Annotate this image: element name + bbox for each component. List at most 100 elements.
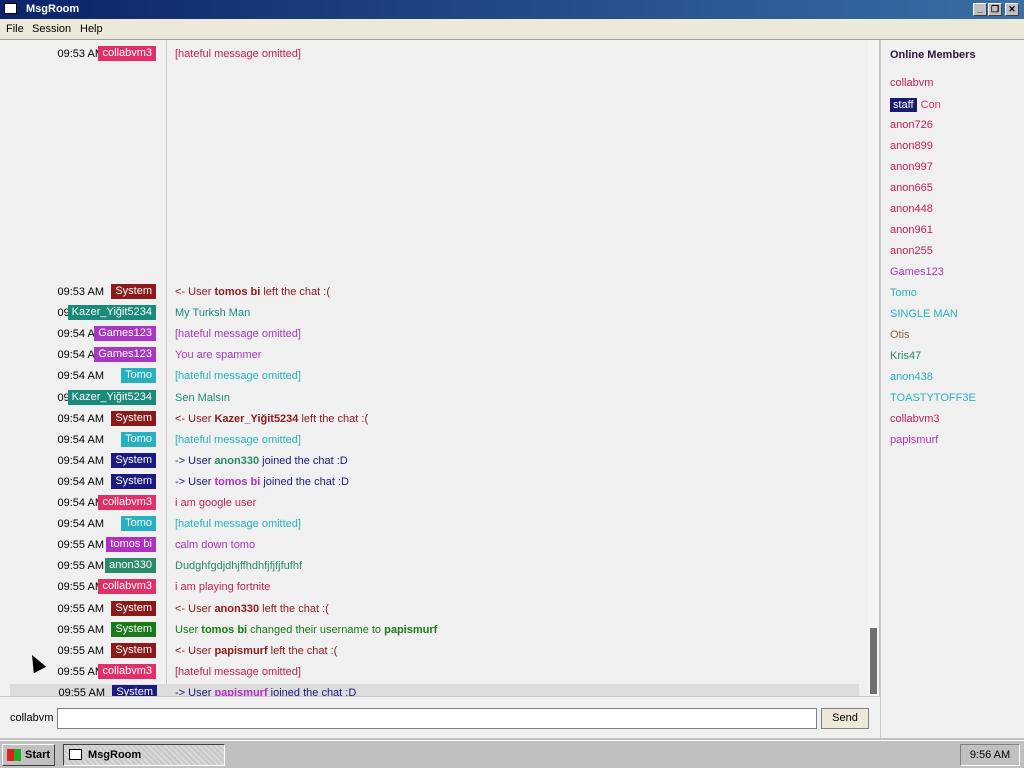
message-row: 09:55 AM System -> User papismurf joined t… — [10, 684, 859, 696]
message-text-prefix: User — [175, 624, 202, 636]
message-user-tag[interactable]: Tomo — [121, 432, 156, 447]
msgroom-icon — [69, 749, 82, 760]
close-button[interactable]: ✕ — [1005, 3, 1019, 16]
message-user-tag[interactable]: System — [111, 284, 156, 299]
maximize-button[interactable]: ❐ — [988, 3, 1002, 16]
message-row: 09:54 AM Tomo [hateful message omitted] — [0, 515, 868, 534]
message-text-suffix: left the chat :( — [260, 286, 330, 298]
message-user-tag[interactable]: Kazer_Yiğit5234 — [67, 390, 156, 405]
staff-badge: staff — [890, 98, 917, 112]
member-item[interactable]: staff Con — [890, 98, 941, 112]
member-item[interactable]: anon997 — [890, 161, 933, 173]
message-username: anon330 — [214, 455, 260, 467]
message-row: 09:55 AM System User tomos bi changed thei… — [0, 621, 868, 640]
message-row: 09:55 AM collabvm3 [hateful message omitte… — [0, 663, 868, 682]
message-text: [hateful message omitted] — [175, 370, 301, 382]
message-text-suffix: joined the chat :D — [259, 455, 348, 467]
message-time: 09:54 AM — [57, 455, 104, 467]
member-item[interactable]: SINGLE MAN — [890, 308, 958, 320]
message-user-tag[interactable]: Games123 — [94, 347, 156, 362]
minimize-button[interactable]: _ — [973, 3, 987, 16]
message-text-prefix: <- User — [175, 645, 215, 657]
member-item[interactable]: anon255 — [890, 245, 933, 257]
member-item[interactable]: anon961 — [890, 224, 933, 236]
member-name: TOASTYTOFF3E — [890, 392, 976, 404]
message-user-tag[interactable]: System — [112, 685, 157, 696]
member-item[interactable]: anon665 — [890, 182, 933, 194]
member-item[interactable]: collabvm — [890, 77, 933, 89]
chat-log[interactable]: 09:53 AM collabvm3 [hateful message omit… — [0, 40, 868, 696]
message-user-tag[interactable]: collabvm3 — [98, 495, 156, 510]
message-user-tag[interactable]: System — [111, 474, 156, 489]
message-row: 09:54 AM System -> User tomos bi joined th… — [0, 473, 868, 492]
member-item[interactable]: collabvm3 — [890, 413, 940, 425]
message-user-tag[interactable]: Kazer_Yiğit5234 — [67, 305, 156, 320]
message-time: 09:54 AM — [57, 413, 104, 425]
member-item[interactable]: anon438 — [890, 371, 933, 383]
taskbar-item-msgroom[interactable]: MsgRoom — [63, 744, 225, 766]
message-user-tag[interactable]: collabvm3 — [98, 579, 156, 594]
member-item[interactable]: anon448 — [890, 203, 933, 215]
member-item[interactable]: Kris47 — [890, 350, 921, 362]
message-text-prefix: <- User — [175, 286, 215, 298]
window-title: MsgRoom — [26, 3, 80, 15]
message-text-prefix: -> User — [175, 476, 215, 488]
message-user-tag[interactable]: Tomo — [121, 516, 156, 531]
message-time: 09:53 AM — [57, 48, 104, 60]
message-user-tag[interactable]: Games123 — [94, 326, 156, 341]
message-text: -> User papismurf joined the chat :D — [175, 687, 356, 696]
message-text: -> User anon330 joined the chat :D — [175, 455, 348, 467]
message-user-tag[interactable]: tomos bi — [106, 537, 156, 552]
start-button[interactable]: Start — [2, 744, 55, 766]
message-time: 09:55 AM — [58, 687, 105, 696]
member-name: SINGLE MAN — [890, 308, 958, 320]
message-text-suffix: left the chat :( — [267, 645, 338, 657]
message-text: Sen Malsın — [175, 392, 231, 404]
message-user-tag[interactable]: System — [111, 622, 156, 637]
member-item[interactable]: TOASTYTOFF3E — [890, 392, 976, 404]
message-text: <- User papismurf left the chat :( — [175, 645, 337, 657]
message-text-suffix: joined the chat :D — [267, 687, 357, 696]
member-item[interactable]: anon726 — [890, 119, 933, 131]
message-user-tag[interactable]: System — [111, 601, 156, 616]
message-time: 09:54 AM — [57, 518, 104, 530]
chat-scrollbar-thumb[interactable] — [870, 628, 877, 694]
member-item[interactable]: Games123 — [890, 266, 944, 278]
member-name: collabvm3 — [890, 413, 940, 425]
menu-bar: File Session Help — [0, 19, 1024, 40]
menu-help[interactable]: Help — [80, 23, 103, 35]
message-row: 09:54 AM System -> User anon330 joined the… — [0, 452, 868, 471]
message-user-tag[interactable]: System — [111, 411, 156, 426]
member-name: anon438 — [890, 371, 933, 383]
message-user-tag[interactable]: Tomo — [121, 368, 156, 383]
message-row: 09:55 AM anon330 Dudghfgdjdhjffhdhfjfjfjfu… — [0, 557, 868, 576]
message-time: 09:55 AM — [57, 645, 104, 657]
message-text: [hateful message omitted] — [175, 434, 301, 446]
message-user-tag[interactable]: System — [111, 643, 156, 658]
message-text: My Turksh Man — [175, 307, 251, 319]
member-name: anon726 — [890, 119, 933, 131]
taskbar: Start MsgRoom 9:56 AM — [0, 740, 1024, 768]
member-item[interactable]: Otis — [890, 329, 910, 341]
message-row: 09:54 AM Games123 You are spammer — [0, 346, 868, 365]
member-item[interactable]: Tomo — [890, 287, 917, 299]
menu-session[interactable]: Session — [32, 23, 71, 35]
message-text: Dudghfgdjdhjffhdhfjfjfjfufhf — [175, 560, 302, 572]
message-input[interactable] — [57, 708, 817, 729]
message-text-prefix: -> User — [175, 687, 215, 696]
member-name: Kris47 — [890, 350, 922, 362]
chat-scrollbar[interactable] — [868, 40, 879, 696]
message-row: 09:54 AM Tomo [hateful message omitted] — [0, 367, 868, 386]
message-user-tag[interactable]: collabvm3 — [98, 664, 156, 679]
message-text-suffix: left the chat :( — [298, 413, 369, 425]
member-item[interactable]: papismurf — [890, 434, 938, 446]
message-user-tag[interactable]: System — [111, 453, 156, 468]
message-user-tag[interactable]: anon330 — [105, 558, 156, 573]
menu-file[interactable]: File — [6, 23, 24, 35]
member-name: anon899 — [890, 140, 933, 152]
message-text-suffix: changed their username to — [247, 624, 385, 636]
member-item[interactable]: anon899 — [890, 140, 933, 152]
member-name: papismurf — [890, 434, 939, 446]
send-button[interactable]: Send — [821, 708, 869, 729]
message-user-tag[interactable]: collabvm3 — [98, 46, 156, 61]
